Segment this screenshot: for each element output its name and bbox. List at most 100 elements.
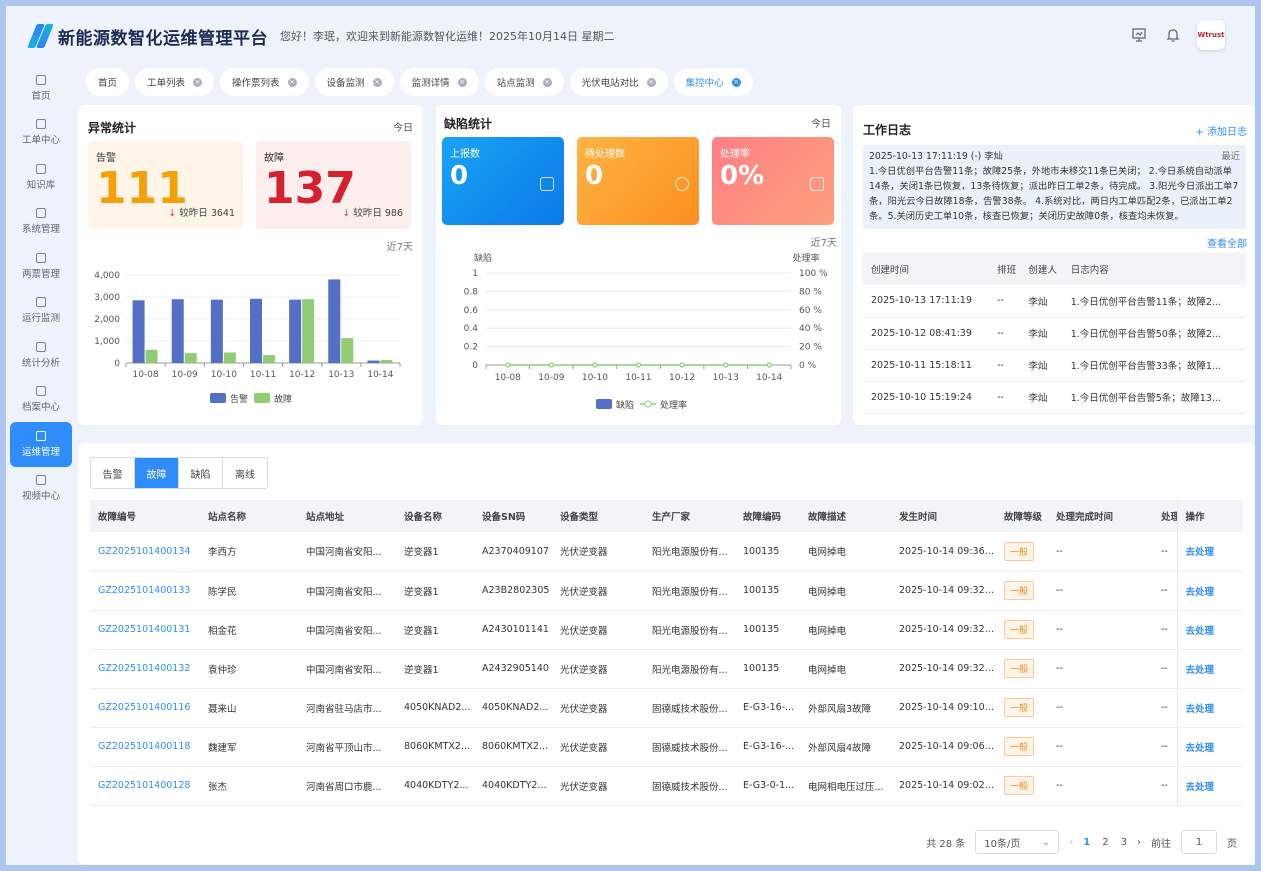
fault-level-cell: 一般 <box>996 766 1048 806</box>
close-icon[interactable]: × <box>731 77 741 87</box>
tab-5[interactable]: 站点监测 × <box>484 68 564 96</box>
worklog-cell: 李灿 <box>1020 381 1063 414</box>
tab-1[interactable]: 工单列表 × <box>135 68 215 96</box>
close-icon[interactable]: × <box>287 77 297 87</box>
fault-id-link[interactable]: GZ2025101400118 <box>90 727 200 767</box>
handle-button[interactable]: 去处理 <box>1176 727 1243 767</box>
add-log-button[interactable]: + 添加日志 <box>1195 123 1247 138</box>
close-icon[interactable]: × <box>646 77 656 87</box>
table-cell: 2025-10-14 09:06:52 <box>891 727 996 767</box>
sidebar-item-label: 运行监测 <box>21 313 60 325</box>
sidebar-item-ops[interactable]: 运维管理 <box>10 422 72 467</box>
bar-告警-10-14 <box>367 360 380 363</box>
handle-button[interactable]: 去处理 <box>1176 610 1243 650</box>
fault-table: 故障编号 站点名称 站点地址 设备名称 设备SN码 设备类型 生产厂家 故障编码 故障描述 发生时… <box>90 500 1243 806</box>
sidebar-item-workorder[interactable]: 工单中心 <box>10 111 72 156</box>
worklog-row[interactable]: 2025-10-10 15:19:24 -- 李灿 1.今日优创平台告警5条；故障13… <box>863 381 1246 414</box>
filter-tab-1[interactable]: 故障 <box>135 458 179 488</box>
worklog-row[interactable]: 2025-10-12 08:41:39 -- 李灿 1.今日优创平台告警50条；故障2… <box>863 317 1246 350</box>
worklog-cell: -- <box>989 285 1021 318</box>
tab-label: 光伏电站对比 <box>581 78 639 89</box>
arrow-down-icon: ↓ <box>168 208 177 219</box>
close-icon[interactable]: × <box>542 77 552 87</box>
y-tick-label: 0.8 <box>464 287 479 297</box>
y-axis-title: 缺陷 <box>474 252 492 264</box>
page-number[interactable]: 2 <box>1102 837 1108 848</box>
table-cell: 张杰 <box>200 766 298 806</box>
goto-page-input[interactable]: 1 <box>1181 830 1217 854</box>
filter-tab-2[interactable]: 缺陷 <box>179 458 223 488</box>
tab-3[interactable]: 设备监测 × <box>314 68 394 96</box>
handle-button[interactable]: 去处理 <box>1176 766 1243 806</box>
next-page-icon[interactable]: › <box>1137 837 1141 848</box>
handle-button[interactable]: 去处理 <box>1176 532 1243 572</box>
worklog-row[interactable]: 2025-10-13 17:11:19 -- 李灿 1.今日优创平台告警11条；故障2… <box>863 285 1246 318</box>
view-all-link[interactable]: 查看全部 <box>1207 235 1247 250</box>
pending-box[interactable]: 待处理数 0 <box>577 137 699 225</box>
fault-id-link[interactable]: GZ2025101400131 <box>90 610 200 650</box>
tab-6[interactable]: 光伏电站对比 × <box>569 68 668 96</box>
reported-box[interactable]: 上报数 0 <box>442 137 564 225</box>
close-icon[interactable]: × <box>372 77 382 87</box>
table-cell: 光伏逆变器 <box>552 766 644 806</box>
close-icon[interactable]: × <box>193 77 203 87</box>
page-size-value: 10条/页 <box>984 838 1021 850</box>
fault-id-link[interactable]: GZ2025101400128 <box>90 766 200 806</box>
fault-id-link[interactable]: GZ2025101400132 <box>90 649 200 689</box>
fault-col-header: 故障等级 <box>996 500 1048 532</box>
sidebar-item-monitor[interactable]: 运行监测 <box>10 289 72 334</box>
screen-icon[interactable] <box>1129 25 1149 45</box>
alarm-count-box[interactable]: 告警 111 ↓ 较昨日 3641 <box>88 141 243 229</box>
sidebar-item-home[interactable]: 首页 <box>10 66 72 111</box>
sidebar-item-archive[interactable]: 档案中心 <box>10 378 72 423</box>
table-row: GZ2025101400134 李西方 中国河南省安阳... 逆变器1 A2370409… <box>90 532 1243 572</box>
brand-avatar[interactable]: Wtrust <box>1197 20 1225 50</box>
sidebar-item-knowledge[interactable]: 知识库 <box>10 155 72 200</box>
sidebar-item-video[interactable]: 视频中心 <box>10 467 72 512</box>
handle-button[interactable]: 去处理 <box>1176 571 1243 611</box>
sidebar-item-stats[interactable]: 统计分析 <box>10 333 72 378</box>
table-cell: E-G3-16-... <box>735 688 800 728</box>
close-icon[interactable]: × <box>457 77 467 87</box>
tab-0[interactable]: 首页 <box>86 68 130 96</box>
worklog-col-header: 创建时间 <box>863 253 990 285</box>
rate-box[interactable]: 处理率 0% <box>712 137 834 225</box>
fault-id-link[interactable]: GZ2025101400134 <box>90 532 200 572</box>
fault-id-link[interactable]: GZ2025101400116 <box>90 688 200 728</box>
arrow-down-icon: ↓ <box>342 208 351 219</box>
defect-title: 缺陷统计 <box>444 117 493 131</box>
bar-告警-10-09 <box>171 299 184 363</box>
welcome-text: 您好！李珉，欢迎来到新能源数智化运维！2025年10月14日 星期二 <box>280 30 615 43</box>
fault-count-box[interactable]: 故障 137 ↓ 较昨日 986 <box>256 141 411 229</box>
workorder-icon <box>36 119 46 130</box>
filter-tab-3[interactable]: 离线 <box>223 458 267 488</box>
table-cell: 阳光电源股份有... <box>644 532 735 572</box>
filter-tab-0[interactable]: 告警 <box>91 458 135 488</box>
chevron-down-icon: ⌄ <box>1041 836 1051 848</box>
worklog-row[interactable]: 2025-10-11 15:18:11 -- 李灿 1.今日优创平台告警33条；故障1… <box>863 349 1246 382</box>
table-row: GZ2025101400131 相金花 中国河南省安阳... 逆变器1 A2430101… <box>90 610 1243 650</box>
worklog-cell: 1.今日优创平台告警11条；故障2... <box>1062 285 1246 318</box>
top-header: 新能源数智化运维管理平台 您好！李珉，欢迎来到新能源数智化运维！2025年10月… <box>6 6 1255 66</box>
page-size-select[interactable]: 10条/页 ⌄ <box>975 830 1060 854</box>
handle-button[interactable]: 去处理 <box>1176 688 1243 728</box>
fault-col-header: 生产厂家 <box>644 500 735 532</box>
fault-id-link[interactable]: GZ2025101400133 <box>90 571 200 611</box>
tab-2[interactable]: 操作票列表 × <box>220 68 309 96</box>
page-number[interactable]: 1 <box>1083 837 1090 848</box>
sidebar-item-system[interactable]: 系统管理 <box>10 200 72 245</box>
prev-page-icon[interactable]: ‹ <box>1069 837 1073 848</box>
worklog-col-header: 排班 <box>989 253 1021 285</box>
page-number[interactable]: 3 <box>1121 837 1127 848</box>
tab-4[interactable]: 监测详情 × <box>399 68 479 96</box>
sidebar-item-tickets[interactable]: 两票管理 <box>10 244 72 289</box>
table-row: GZ2025101400132 袁仲珍 中国河南省安阳... 逆变器1 A2432905… <box>90 649 1243 689</box>
tab-7[interactable]: 集控中心 × <box>673 68 753 96</box>
table-cell: 电网掉电 <box>800 532 891 572</box>
bell-icon[interactable] <box>1163 25 1183 45</box>
table-cell: 2025-10-14 09:36:02 <box>891 532 996 572</box>
latest-log[interactable]: 最近 2025-10-13 17:11:19 (-) 李灿 1.今日优创平台告警… <box>863 145 1246 229</box>
handle-button[interactable]: 去处理 <box>1176 649 1243 689</box>
alarm-label: 告警 <box>96 153 116 164</box>
tickets-icon <box>36 252 46 263</box>
